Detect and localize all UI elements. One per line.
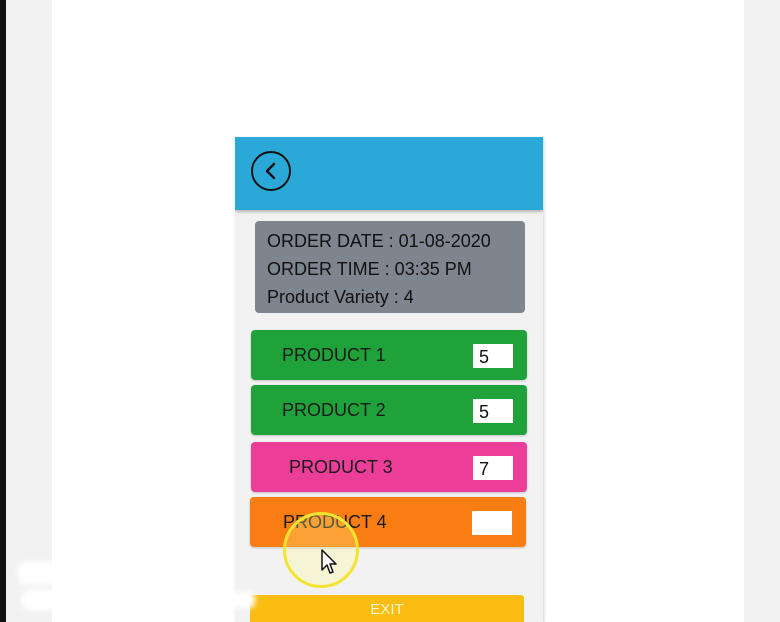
app-screen: ORDER DATE : 01-08-2020 ORDER TIME : 03:… <box>235 137 543 622</box>
quantity-input[interactable] <box>473 399 513 423</box>
order-date: ORDER DATE : 01-08-2020 <box>267 231 491 251</box>
product-variety: Product Variety : 4 <box>267 287 414 307</box>
overlay-smudge <box>18 562 138 584</box>
product-row-3[interactable]: PRODUCT 3 <box>251 442 527 492</box>
product-label: PRODUCT 4 <box>283 512 387 532</box>
overlay-smudge <box>22 590 222 610</box>
product-label: PRODUCT 3 <box>289 457 393 477</box>
product-label: PRODUCT 2 <box>282 400 386 420</box>
product-row-1[interactable]: PRODUCT 1 <box>251 330 527 380</box>
quantity-input[interactable] <box>472 511 512 535</box>
back-button[interactable] <box>251 151 291 191</box>
window-edge <box>0 0 6 622</box>
quantity-input[interactable] <box>473 344 513 368</box>
order-time: ORDER TIME : 03:35 PM <box>267 259 472 279</box>
product-row-2[interactable]: PRODUCT 2 <box>251 385 527 435</box>
exit-button[interactable]: EXIT <box>250 595 524 622</box>
app-header <box>235 137 543 210</box>
product-label: PRODUCT 1 <box>282 345 386 365</box>
overlay-smudge <box>215 592 255 608</box>
order-info-card: ORDER DATE : 01-08-2020 ORDER TIME : 03:… <box>255 221 525 313</box>
product-row-4[interactable]: PRODUCT 4 <box>250 497 526 547</box>
quantity-input[interactable] <box>473 456 513 480</box>
chevron-left-icon <box>265 162 276 180</box>
